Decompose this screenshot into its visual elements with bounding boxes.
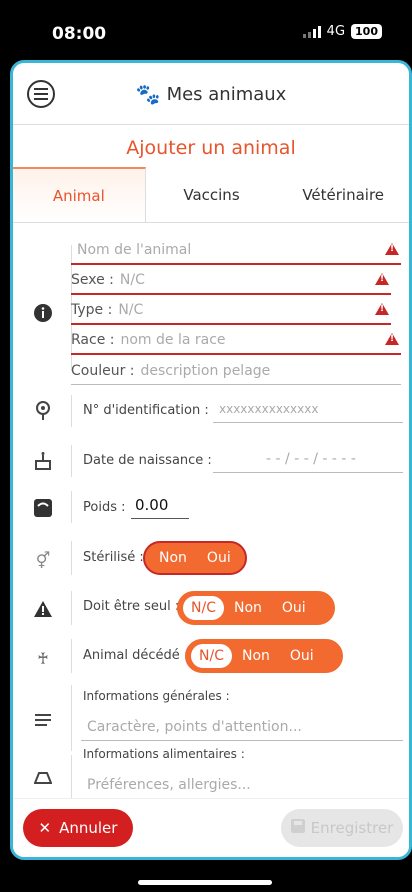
sterilise-toggle[interactable]: Non Oui <box>143 541 247 575</box>
race-input[interactable]: Race : nom de la race <box>71 327 401 355</box>
angel-icon: ♰ <box>37 648 49 668</box>
seul-label: Doit être seul : <box>83 599 180 614</box>
decede-label: Animal décédé : <box>83 648 189 663</box>
poids-input[interactable]: 0.00 <box>131 491 189 519</box>
type-select[interactable]: Type : N/C <box>71 297 391 325</box>
top-bar: 🐾 Mes animaux <box>13 63 409 125</box>
infos-alim-label: Informations alimentaires : <box>83 747 245 761</box>
infos-gen-label: Informations générales : <box>83 689 230 703</box>
decede-option-non[interactable]: Non <box>232 648 280 664</box>
infos-alim-input[interactable]: Préférences, allergies... <box>81 771 403 799</box>
status-bar: 08:00 4G 100 <box>0 0 412 60</box>
action-bar: ✕ Annuler Enregistrer <box>13 798 409 857</box>
name-input[interactable]: Nom de l'animal <box>71 237 401 265</box>
cancel-button[interactable]: ✕ Annuler <box>23 809 133 847</box>
form-content: Nom de l'animal Sexe : N/C Type : N/C Ra… <box>13 223 409 813</box>
warning-icon <box>385 333 399 345</box>
tab-veterinaire[interactable]: Vétérinaire <box>277 167 409 222</box>
text-lines-icon <box>33 710 53 730</box>
warning-icon <box>375 303 389 315</box>
seul-option-non[interactable]: Non <box>224 600 272 616</box>
paw-icon: 🐾 <box>135 82 161 106</box>
cake-icon <box>33 451 53 471</box>
gender-icon: ⚥ <box>35 550 51 570</box>
sterilise-option-oui[interactable]: Oui <box>197 550 241 566</box>
tab-bar: Animal Vaccins Vétérinaire <box>13 167 409 223</box>
bowl-icon <box>33 768 53 788</box>
tab-vaccins[interactable]: Vaccins <box>146 167 278 222</box>
sexe-select[interactable]: Sexe : N/C <box>71 267 391 295</box>
status-indicators: 4G 100 <box>302 24 382 39</box>
tab-animal[interactable]: Animal <box>13 167 146 222</box>
couleur-input[interactable]: Couleur : description pelage <box>71 357 401 385</box>
decede-option-nc[interactable]: N/C <box>191 644 232 668</box>
alert-icon <box>33 599 53 619</box>
status-time: 08:00 <box>52 24 107 44</box>
warning-icon <box>385 243 399 255</box>
seul-option-nc[interactable]: N/C <box>183 596 224 620</box>
app-window: 🐾 Mes animaux Ajouter un animal Animal Va… <box>10 60 412 860</box>
info-icon <box>33 303 53 323</box>
infos-gen-input[interactable]: Caractère, points d'attention... <box>81 713 403 741</box>
scale-icon <box>33 498 53 518</box>
naissance-label: Date de naissance : <box>83 453 212 468</box>
form-title: Ajouter un animal <box>126 137 296 159</box>
page-title: 🐾 Mes animaux <box>135 82 287 106</box>
ident-label: N° d'identification : <box>83 403 209 418</box>
naissance-input[interactable]: - - / - - / - - - - <box>213 445 403 473</box>
battery-icon: 100 <box>351 24 382 39</box>
poids-label: Poids : <box>83 500 126 515</box>
home-indicator[interactable] <box>138 880 272 885</box>
close-icon: ✕ <box>38 819 52 837</box>
signal-icon <box>302 25 321 38</box>
sterilise-label: Stérilisé : <box>83 550 144 565</box>
save-button[interactable]: Enregistrer <box>281 809 403 847</box>
save-icon <box>290 819 305 837</box>
tag-icon <box>33 401 53 421</box>
seul-option-oui[interactable]: Oui <box>272 600 316 616</box>
network-label: 4G <box>326 24 346 39</box>
sterilise-option-non[interactable]: Non <box>149 550 197 566</box>
decede-toggle[interactable]: N/C Non Oui <box>185 639 343 673</box>
ident-input[interactable]: xxxxxxxxxxxxxx <box>213 395 403 423</box>
decede-option-oui[interactable]: Oui <box>280 648 324 664</box>
warning-icon <box>375 273 389 285</box>
seul-toggle[interactable]: N/C Non Oui <box>177 591 335 625</box>
